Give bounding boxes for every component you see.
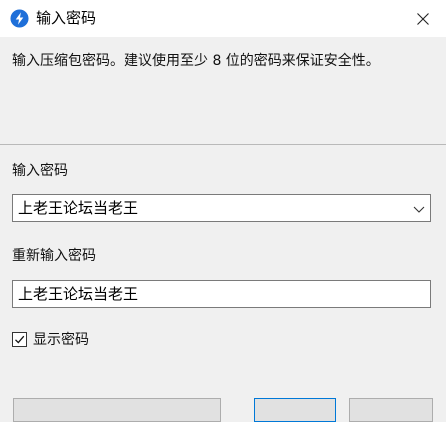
chevron-down-icon[interactable] bbox=[413, 203, 425, 215]
confirm-password-label: 重新输入密码 bbox=[12, 248, 96, 264]
window-title: 输入密码 bbox=[36, 9, 97, 27]
description-text: 输入压缩包密码。建议使用至少 8 位的密码来保证安全性。 bbox=[12, 53, 380, 69]
confirm-password-field[interactable]: 上老王论坛当老王 bbox=[12, 280, 431, 308]
title-bar: 输入密码 bbox=[0, 0, 446, 37]
confirm-password-value[interactable]: 上老王论坛当老王 bbox=[18, 284, 138, 304]
ok-button[interactable] bbox=[254, 398, 336, 422]
password-value[interactable]: 上老王论坛当老王 bbox=[18, 198, 138, 218]
checkmark-icon bbox=[15, 335, 25, 344]
show-password-checkbox[interactable] bbox=[12, 332, 27, 347]
app-logo-icon bbox=[10, 9, 29, 28]
password-combobox[interactable]: 上老王论坛当老王 bbox=[12, 194, 431, 222]
close-button[interactable] bbox=[400, 0, 446, 37]
password-label: 输入密码 bbox=[12, 163, 68, 179]
close-icon bbox=[417, 12, 429, 25]
footer-button-left[interactable] bbox=[13, 398, 221, 422]
cancel-button[interactable] bbox=[349, 398, 433, 422]
show-password-label[interactable]: 显示密码 bbox=[33, 330, 89, 350]
divider bbox=[0, 144, 446, 145]
